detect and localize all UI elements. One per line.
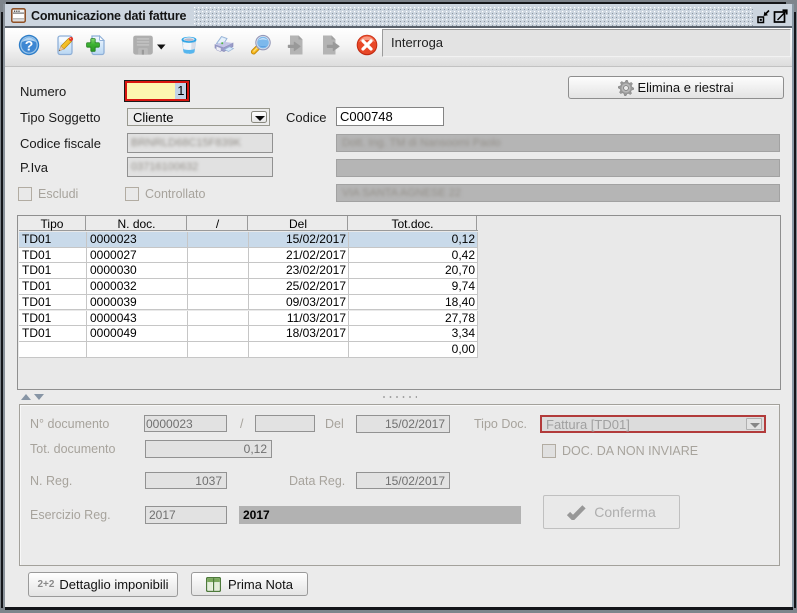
svg-text:?: ?	[25, 38, 34, 54]
